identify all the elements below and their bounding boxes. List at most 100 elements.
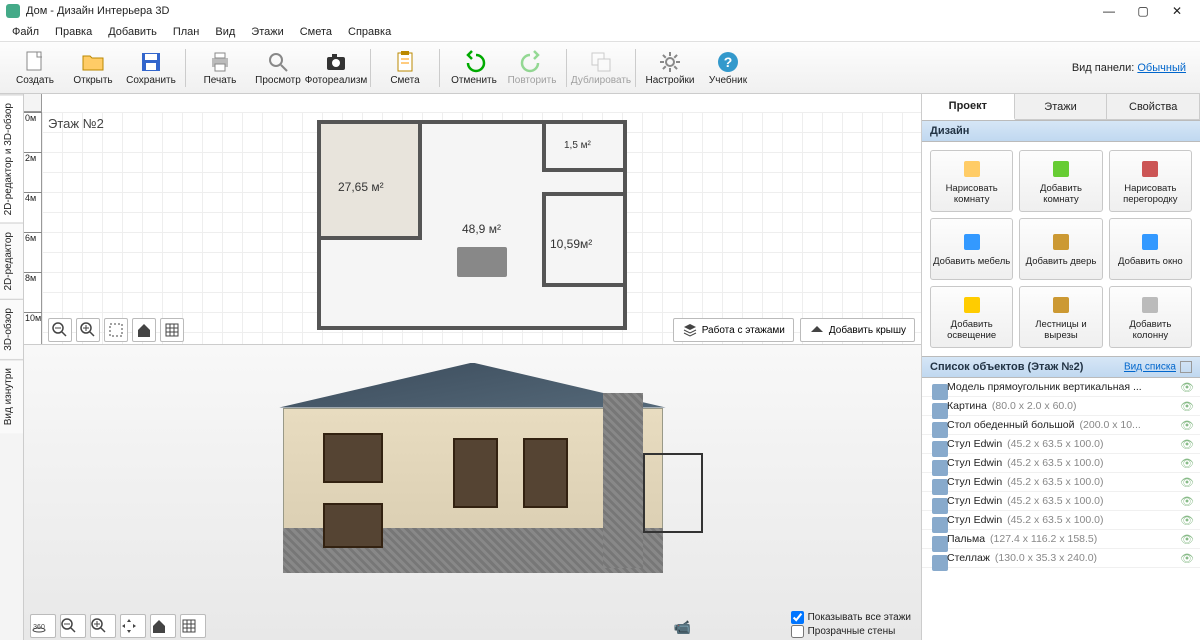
add-room-icon	[1049, 157, 1073, 181]
visibility-toggle[interactable]: 👁	[1180, 495, 1194, 508]
object-row[interactable]: Стул Edwin (45.2 x 63.5 x 100.0)👁	[922, 435, 1200, 454]
house-model[interactable]	[243, 363, 703, 613]
visibility-toggle[interactable]: 👁	[1180, 419, 1194, 432]
plant-icon	[928, 532, 942, 546]
save-button[interactable]: Сохранить	[122, 44, 180, 92]
photoreal-button[interactable]: Фотореализм	[307, 44, 365, 92]
minimize-button[interactable]: —	[1092, 0, 1126, 22]
window-3d	[523, 438, 568, 508]
object-row[interactable]: Стул Edwin (45.2 x 63.5 x 100.0)👁	[922, 511, 1200, 530]
print-button[interactable]: Печать	[191, 44, 249, 92]
menu-вид[interactable]: Вид	[207, 24, 243, 40]
create-button[interactable]: Создать	[6, 44, 64, 92]
vtab-1[interactable]: 2D-редактор	[0, 223, 23, 299]
furniture-button[interactable]: Добавить мебель	[930, 218, 1013, 280]
stairs-button[interactable]: Лестницы и вырезы	[1019, 286, 1102, 348]
object-row[interactable]: Стул Edwin (45.2 x 63.5 x 100.0)👁	[922, 454, 1200, 473]
chair-icon	[928, 475, 942, 489]
right-tab-Этажи[interactable]: Этажи	[1015, 94, 1108, 119]
close-button[interactable]: ✕	[1160, 0, 1194, 22]
preview-button[interactable]: Просмотр	[249, 44, 307, 92]
checkbox-option[interactable]: Прозрачные стены	[791, 625, 911, 638]
right-tab-Проект[interactable]: Проект	[922, 94, 1015, 120]
settings-button[interactable]: Настройки	[641, 44, 699, 92]
zoom-out-icon[interactable]	[60, 614, 86, 638]
object-row[interactable]: Стул Edwin (45.2 x 63.5 x 100.0)👁	[922, 492, 1200, 511]
chair-icon	[928, 494, 942, 508]
home-icon[interactable]	[132, 318, 156, 342]
vtab-0[interactable]: 2D-редактор и 3D-обзор	[0, 94, 23, 223]
pan-icon[interactable]	[120, 614, 146, 638]
chair-icon	[928, 456, 942, 470]
objects-list[interactable]: Модель прямоугольник вертикальная ... 👁К…	[922, 378, 1200, 640]
object-row[interactable]: Стеллаж (130.0 x 35.3 x 240.0)👁	[922, 549, 1200, 568]
roof-button[interactable]: Добавить крышу	[800, 318, 915, 342]
floor-plan[interactable]: Этаж №2 27,65 м² 48,9 м² 1,5 м² 10,59м² …	[42, 112, 921, 344]
design-section-header: Дизайн	[922, 120, 1200, 142]
menubar: ФайлПравкаДобавитьПланВидЭтажиСметаСправ…	[0, 22, 1200, 42]
save-icon	[139, 50, 163, 74]
object-row[interactable]: Модель прямоугольник вертикальная ... 👁	[922, 378, 1200, 397]
menu-правка[interactable]: Правка	[47, 24, 100, 40]
ruler-tick: 0м	[24, 112, 42, 123]
visibility-toggle[interactable]: 👁	[1180, 400, 1194, 413]
visibility-toggle[interactable]: 👁	[1180, 457, 1194, 470]
door-button[interactable]: Добавить дверь	[1019, 218, 1102, 280]
vtab-3[interactable]: Вид изнутри	[0, 359, 23, 433]
zoom-out-icon[interactable]	[48, 318, 72, 342]
object-row[interactable]: Картина (80.0 x 2.0 x 60.0)👁	[922, 397, 1200, 416]
grid-icon[interactable]	[180, 614, 206, 638]
3d-view[interactable]: 360 📹 Показывать все этажиПрозрачные сте…	[24, 344, 921, 640]
magnifier-icon	[266, 50, 290, 74]
list-view-toggle[interactable]: Вид списка	[1124, 361, 1192, 373]
object-row[interactable]: Пальма (127.4 x 116.2 x 158.5)👁	[922, 530, 1200, 549]
draw-room-button[interactable]: Нарисовать комнату	[930, 150, 1013, 212]
undo-button[interactable]: Отменить	[445, 44, 503, 92]
checkbox-option[interactable]: Показывать все этажи	[791, 611, 911, 624]
rotate-360-icon[interactable]: 360	[30, 614, 56, 638]
zoom-in-icon[interactable]	[90, 614, 116, 638]
add-room-button[interactable]: Добавить комнату	[1019, 150, 1102, 212]
home-icon[interactable]	[150, 614, 176, 638]
visibility-toggle[interactable]: 👁	[1180, 438, 1194, 451]
menu-этажи[interactable]: Этажи	[243, 24, 291, 40]
roof-icon	[809, 322, 825, 338]
draw-wall-button[interactable]: Нарисовать перегородку	[1109, 150, 1192, 212]
zoom-in-icon[interactable]	[76, 318, 100, 342]
vertical-ruler: 0м2м4м6м8м10м	[24, 112, 42, 344]
camera-icon[interactable]: 📹	[674, 619, 691, 636]
menu-смета[interactable]: Смета	[292, 24, 340, 40]
open-button[interactable]: Открыть	[64, 44, 122, 92]
visibility-toggle[interactable]: 👁	[1180, 514, 1194, 527]
panel-mode-link[interactable]: Обычный	[1137, 62, 1186, 74]
table-shape[interactable]	[457, 247, 507, 277]
select-icon[interactable]	[104, 318, 128, 342]
grid-icon[interactable]	[160, 318, 184, 342]
visibility-toggle[interactable]: 👁	[1180, 533, 1194, 546]
maximize-button[interactable]: ▢	[1126, 0, 1160, 22]
window-3d	[453, 438, 498, 508]
object-row[interactable]: Стул Edwin (45.2 x 63.5 x 100.0)👁	[922, 473, 1200, 492]
furniture-icon	[960, 230, 984, 254]
layers-button[interactable]: Работа с этажами	[673, 318, 794, 342]
room-area-label: 27,65 м²	[338, 180, 384, 194]
menu-добавить[interactable]: Добавить	[100, 24, 165, 40]
object-row[interactable]: Стол обеденный большой (200.0 x 10...👁	[922, 416, 1200, 435]
visibility-toggle[interactable]: 👁	[1180, 552, 1194, 565]
vtab-2[interactable]: 3D-обзор	[0, 299, 23, 359]
menu-план[interactable]: План	[165, 24, 208, 40]
tutorial-button[interactable]: ?Учебник	[699, 44, 757, 92]
menu-файл[interactable]: Файл	[4, 24, 47, 40]
menu-справка[interactable]: Справка	[340, 24, 399, 40]
visibility-toggle[interactable]: 👁	[1180, 381, 1194, 394]
chair-icon	[928, 513, 942, 527]
visibility-toggle[interactable]: 👁	[1180, 476, 1194, 489]
column-icon	[1138, 293, 1162, 317]
right-tab-Свойства[interactable]: Свойства	[1107, 94, 1200, 119]
window-button[interactable]: Добавить окно	[1109, 218, 1192, 280]
estimate-button[interactable]: Смета	[376, 44, 434, 92]
ruler-tick: 2м	[24, 152, 42, 163]
chair-icon	[928, 437, 942, 451]
column-button[interactable]: Добавить колонну	[1109, 286, 1192, 348]
lighting-button[interactable]: Добавить освещение	[930, 286, 1013, 348]
